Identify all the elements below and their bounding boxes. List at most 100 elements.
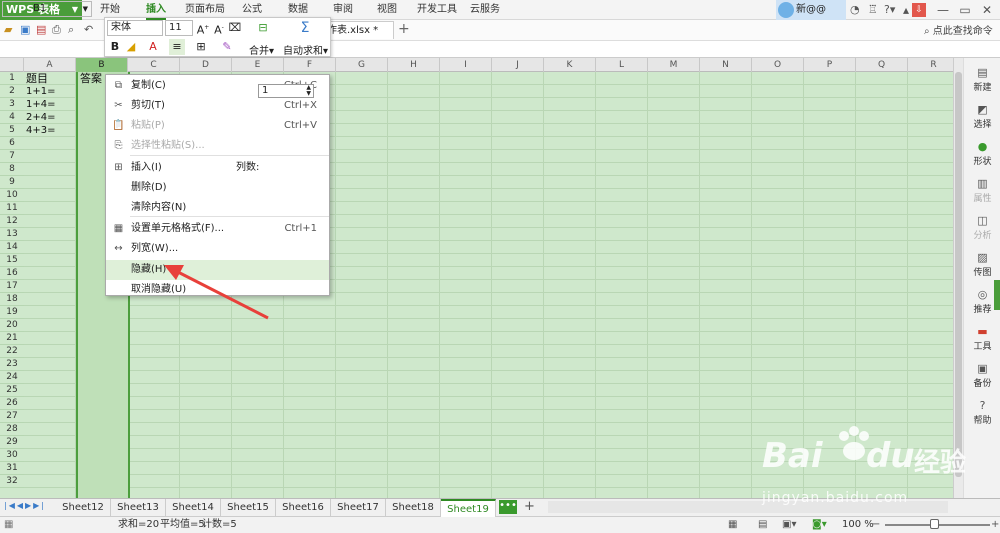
row-header-14[interactable]: 14 <box>0 241 24 254</box>
column-header-F[interactable]: F <box>284 58 336 72</box>
sheet-tab-Sheet13[interactable]: Sheet13 <box>111 499 166 517</box>
menu-tab-4[interactable]: 数据 <box>288 0 308 20</box>
zoom-out-icon[interactable]: − <box>872 517 880 533</box>
row-header-19[interactable]: 19 <box>0 306 24 319</box>
column-header-O[interactable]: O <box>752 58 804 72</box>
column-header-G[interactable]: G <box>336 58 388 72</box>
name-box[interactable]: B1 ▼ <box>2 1 92 17</box>
row-header-20[interactable]: 20 <box>0 319 24 332</box>
open-icon[interactable]: ▰ <box>4 23 12 36</box>
sheet-tab-Sheet12[interactable]: Sheet12 <box>56 499 111 517</box>
merge-button[interactable]: 合并▾ <box>249 42 274 57</box>
border-icon[interactable]: ⊞ <box>193 39 209 55</box>
row-header-13[interactable]: 13 <box>0 228 24 241</box>
column-header-R[interactable]: R <box>908 58 953 72</box>
search-command[interactable]: ⌕ 点此查找命令 <box>924 22 993 37</box>
font-family-select[interactable]: 宋体 <box>107 20 163 36</box>
undo-icon[interactable]: ↶ <box>84 23 93 36</box>
column-header-Q[interactable]: Q <box>856 58 908 72</box>
column-header-K[interactable]: K <box>544 58 596 72</box>
format-painter-icon[interactable]: ✎ <box>219 39 235 55</box>
increase-font-icon[interactable]: A+ <box>195 20 211 37</box>
add-sheet-icon[interactable]: + <box>524 498 535 516</box>
cell-A2[interactable]: 1+1= <box>26 85 55 98</box>
row-header-18[interactable]: 18 <box>0 293 24 306</box>
menu-tab-0[interactable]: 开始 <box>100 0 120 20</box>
clear-format-icon[interactable]: ⌧ <box>227 20 243 36</box>
menu-tab-3[interactable]: 公式 <box>242 0 262 20</box>
fill-color-icon[interactable]: ◢ <box>123 39 139 55</box>
font-color-icon[interactable]: A <box>145 39 161 55</box>
row-header-26[interactable]: 26 <box>0 397 24 410</box>
avatar[interactable] <box>778 2 794 18</box>
document-tab[interactable]: 作表.xlsx * <box>320 21 394 39</box>
row-header-32[interactable]: 32 <box>0 475 24 488</box>
menu-tab-2[interactable]: 页面布局 <box>185 0 225 20</box>
row-header-10[interactable]: 10 <box>0 189 24 202</box>
column-header-C[interactable]: C <box>128 58 180 72</box>
context-menu-item-8[interactable]: ↔ 列宽(W)... <box>106 239 329 259</box>
panel-button-0[interactable]: ▤ 新建 <box>964 66 1000 93</box>
align-icon[interactable]: ≡ <box>169 39 185 55</box>
sheet-tab-Sheet19[interactable]: Sheet19 <box>441 499 496 517</box>
row-header-1[interactable]: 1 <box>0 72 24 85</box>
row-header-5[interactable]: 5 <box>0 124 24 137</box>
row-header-11[interactable]: 11 <box>0 202 24 215</box>
close-icon[interactable]: ✕ <box>976 0 998 20</box>
help-icon[interactable]: ?▾ <box>884 3 895 16</box>
panel-button-2[interactable]: ● 形状 <box>964 140 1000 167</box>
minimize-icon[interactable]: — <box>932 0 954 20</box>
context-menu-item-4[interactable]: ⊞ 插入(I) 列数: <box>106 158 329 178</box>
menu-tab-1[interactable]: 插入 <box>146 0 166 20</box>
row-header-12[interactable]: 12 <box>0 215 24 228</box>
export-pdf-icon[interactable]: ▤ <box>36 23 46 36</box>
row-header-25[interactable]: 25 <box>0 384 24 397</box>
row-header-9[interactable]: 9 <box>0 176 24 189</box>
cell-B1[interactable]: 答案 <box>80 72 102 85</box>
row-header-16[interactable]: 16 <box>0 267 24 280</box>
zoom-in-icon[interactable]: + <box>991 517 999 533</box>
select-all-corner[interactable] <box>0 58 24 72</box>
menu-tab-7[interactable]: 开发工具 <box>417 0 457 20</box>
sheet-tab-Sheet15[interactable]: Sheet15 <box>221 499 276 517</box>
row-header-24[interactable]: 24 <box>0 371 24 384</box>
spinner-arrows-icon[interactable]: ▲ ▼ <box>306 85 311 97</box>
column-header-P[interactable]: P <box>804 58 856 72</box>
column-header-L[interactable]: L <box>596 58 648 72</box>
zoom-slider-handle[interactable] <box>930 519 939 529</box>
column-header-J[interactable]: J <box>492 58 544 72</box>
download-icon[interactable]: ⇩ <box>912 3 926 17</box>
page-break-view-icon[interactable]: ▣▾ <box>782 517 796 533</box>
row-header-8[interactable]: 8 <box>0 163 24 176</box>
context-menu-item-6[interactable]: 清除内容(N) <box>106 198 329 218</box>
panel-collapse-handle[interactable] <box>994 280 1000 310</box>
row-header-23[interactable]: 23 <box>0 358 24 371</box>
shirt-icon[interactable]: ♖ <box>868 3 878 16</box>
save-icon[interactable]: ▣ <box>20 23 30 36</box>
row-header-27[interactable]: 27 <box>0 410 24 423</box>
autosum-icon[interactable]: Σ <box>295 20 315 36</box>
menu-tab-8[interactable]: 云服务 <box>470 0 500 20</box>
font-size-select[interactable]: 11 <box>165 20 193 36</box>
column-header-D[interactable]: D <box>180 58 232 72</box>
sheet-tab-Sheet14[interactable]: Sheet14 <box>166 499 221 517</box>
cell-A5[interactable]: 4+3= <box>26 124 55 137</box>
row-header-4[interactable]: 4 <box>0 111 24 124</box>
cell-A3[interactable]: 1+4= <box>26 98 55 111</box>
context-menu-item-1[interactable]: ✂ 剪切(T) Ctrl+X <box>106 96 329 116</box>
sheet-tab-Sheet16[interactable]: Sheet16 <box>276 499 331 517</box>
sheet-nav-arrows-icon[interactable]: |◀◀▶▶| <box>4 501 46 510</box>
row-header-7[interactable]: 7 <box>0 150 24 163</box>
menu-tab-5[interactable]: 审阅 <box>333 0 353 20</box>
row-header-15[interactable]: 15 <box>0 254 24 267</box>
row-header-28[interactable]: 28 <box>0 423 24 436</box>
column-header-A[interactable]: A <box>24 58 76 72</box>
row-header-31[interactable]: 31 <box>0 462 24 475</box>
row-header-3[interactable]: 3 <box>0 98 24 111</box>
panel-button-5[interactable]: ▨ 传图 <box>964 251 1000 278</box>
panel-button-1[interactable]: ◩ 选择 <box>964 103 1000 130</box>
page-layout-view-icon[interactable]: ▤ <box>758 517 767 533</box>
row-header-17[interactable]: 17 <box>0 280 24 293</box>
row-header-21[interactable]: 21 <box>0 332 24 345</box>
skin-icon[interactable]: ◔ <box>850 3 860 16</box>
